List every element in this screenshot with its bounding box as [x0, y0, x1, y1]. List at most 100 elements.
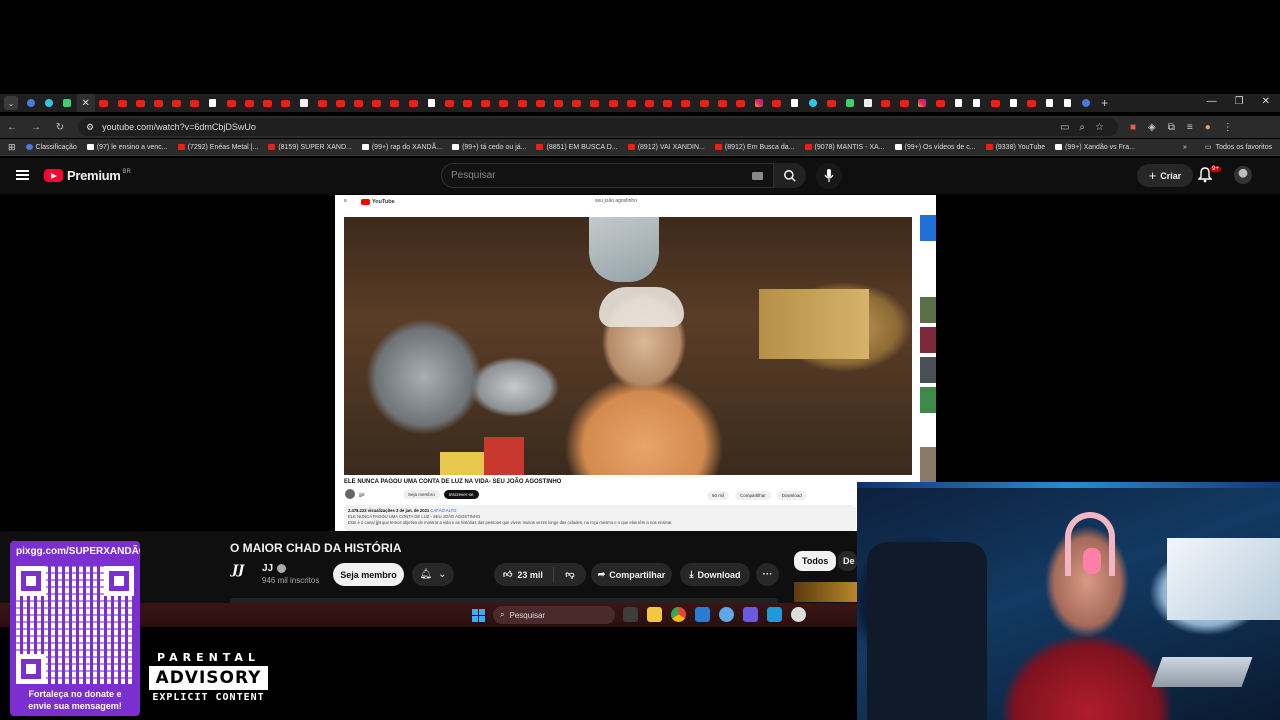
bookmark-item[interactable]: (99+) Os vídeos de c...: [894, 144, 976, 151]
browser-tab[interactable]: [422, 94, 440, 112]
bookmark-item[interactable]: (9078) MANTIS - XA...: [804, 144, 885, 151]
browser-tab[interactable]: [840, 94, 858, 112]
bookmark-item[interactable]: (9338) YouTube: [985, 144, 1045, 151]
subscribed-bell-button[interactable]: 🔔︎ ⌄: [412, 563, 454, 586]
browser-tab[interactable]: [913, 94, 931, 112]
browser-tab[interactable]: [986, 94, 1004, 112]
browser-tab[interactable]: [659, 94, 677, 112]
browser-tab[interactable]: [1022, 94, 1040, 112]
chip-from-channel[interactable]: De: [838, 551, 857, 571]
browser-tab[interactable]: [513, 94, 531, 112]
reload-button[interactable]: ↻: [54, 122, 66, 133]
app-white-icon[interactable]: [791, 607, 806, 622]
browser-tab[interactable]: [1059, 94, 1077, 112]
browser-tab[interactable]: [168, 94, 186, 112]
settings-icon[interactable]: [719, 607, 734, 622]
browser-tab[interactable]: [477, 94, 495, 112]
browser-tab[interactable]: [549, 94, 567, 112]
browser-tab[interactable]: [131, 94, 149, 112]
search-button[interactable]: [774, 163, 806, 188]
chrome-icon[interactable]: [671, 607, 686, 622]
browser-tab[interactable]: [404, 94, 422, 112]
address-bar[interactable]: ⚙ youtube.com/watch?v=6dmCbjDSwUo ▭ ⌕ ☆: [78, 118, 1118, 136]
browser-tab[interactable]: [40, 94, 58, 112]
search-input[interactable]: Pesquisar: [441, 163, 774, 188]
browser-tab[interactable]: [313, 94, 331, 112]
ublock-icon[interactable]: ◈: [1148, 122, 1156, 133]
app-purple-icon[interactable]: [743, 607, 758, 622]
browser-tab[interactable]: [58, 94, 76, 112]
browser-tab[interactable]: ✕: [76, 94, 95, 112]
join-button[interactable]: Seja membro: [333, 563, 404, 586]
related-video-thumbnail[interactable]: [794, 582, 857, 602]
bookmark-item[interactable]: (8912) VAI XANDIN...: [627, 144, 705, 151]
bookmark-item[interactable]: (8159) SUPER XAND...: [268, 144, 352, 151]
minimize-button[interactable]: —: [1207, 96, 1217, 107]
browser-tab[interactable]: [349, 94, 367, 112]
maximize-button[interactable]: ❐: [1235, 96, 1244, 107]
browser-tab[interactable]: [331, 94, 349, 112]
browser-tab[interactable]: [204, 94, 222, 112]
browser-tab[interactable]: [22, 94, 40, 112]
browser-tab[interactable]: [222, 94, 240, 112]
browser-tab[interactable]: [950, 94, 968, 112]
dislike-button[interactable]: 👎︎: [554, 569, 586, 580]
zoom-icon[interactable]: ⌕: [1079, 122, 1085, 133]
new-tab-button[interactable]: +: [1101, 96, 1108, 110]
browser-tab[interactable]: [240, 94, 258, 112]
forward-button[interactable]: →: [30, 122, 42, 133]
download-button[interactable]: ⤓ Download: [680, 563, 750, 586]
windows-start-icon[interactable]: [472, 609, 485, 622]
channel-avatar[interactable]: JJ: [232, 563, 254, 585]
browser-tab[interactable]: [768, 94, 786, 112]
browser-tab[interactable]: [604, 94, 622, 112]
browser-tab[interactable]: [277, 94, 295, 112]
bookmark-star-icon[interactable]: ☆: [1095, 122, 1104, 133]
apps-icon[interactable]: ⊞: [8, 142, 16, 153]
bookmark-item[interactable]: (8851) EM BUSCA D...: [536, 144, 618, 151]
browser-tab[interactable]: [586, 94, 604, 112]
profile-icon[interactable]: ●: [1205, 122, 1211, 133]
browser-tab[interactable]: [677, 94, 695, 112]
keyboard-icon[interactable]: [752, 172, 763, 180]
puzzle-icon[interactable]: ⧉: [1168, 122, 1175, 133]
like-button[interactable]: 👍︎ 23 mil: [494, 567, 554, 582]
browser-tab[interactable]: [695, 94, 713, 112]
browser-tab[interactable]: [822, 94, 840, 112]
channel-name-row[interactable]: JJ: [262, 563, 287, 574]
site-info-icon[interactable]: ⚙: [86, 122, 94, 133]
create-button[interactable]: + Criar: [1137, 164, 1193, 187]
steam-icon[interactable]: [767, 607, 782, 622]
browser-tab[interactable]: [931, 94, 949, 112]
bookmark-item[interactable]: (99+) rap do XANDÃ...: [361, 144, 442, 151]
browser-tab[interactable]: [731, 94, 749, 112]
browser-tab[interactable]: [859, 94, 877, 112]
browser-tab[interactable]: [713, 94, 731, 112]
taskbar-search[interactable]: ⌕ Pesquisar: [493, 606, 615, 624]
browser-tab[interactable]: [750, 94, 768, 112]
browser-tab[interactable]: [968, 94, 986, 112]
browser-tab[interactable]: [640, 94, 658, 112]
browser-tab[interactable]: [786, 94, 804, 112]
close-window-button[interactable]: ✕: [1262, 96, 1270, 107]
browser-tab[interactable]: [258, 94, 276, 112]
browser-tab[interactable]: [295, 94, 313, 112]
browser-tab[interactable]: [459, 94, 477, 112]
task-view-icon[interactable]: [623, 607, 638, 622]
browser-tab[interactable]: [95, 94, 113, 112]
more-actions-button[interactable]: ···: [756, 563, 779, 586]
browser-menu-icon[interactable]: ⋮: [1223, 122, 1233, 133]
menu-icon[interactable]: [16, 170, 29, 180]
close-tab-icon[interactable]: ✕: [81, 98, 89, 109]
youtube-logo[interactable]: Premium BR: [44, 168, 131, 183]
video-player[interactable]: ≡ YouTube seu joão agostinho ELE NUNCA P…: [335, 195, 936, 531]
browser-tab[interactable]: [186, 94, 204, 112]
account-avatar[interactable]: [1234, 166, 1252, 184]
app-blue-icon[interactable]: [695, 607, 710, 622]
browser-tab[interactable]: [531, 94, 549, 112]
bookmark-item[interactable]: (97) le ensino a venc...: [86, 144, 168, 151]
bookmark-item[interactable]: (8912) Em Busca da...: [714, 144, 795, 151]
browser-tab[interactable]: [386, 94, 404, 112]
voice-search-button[interactable]: [816, 163, 842, 189]
back-button[interactable]: ←: [6, 122, 18, 133]
